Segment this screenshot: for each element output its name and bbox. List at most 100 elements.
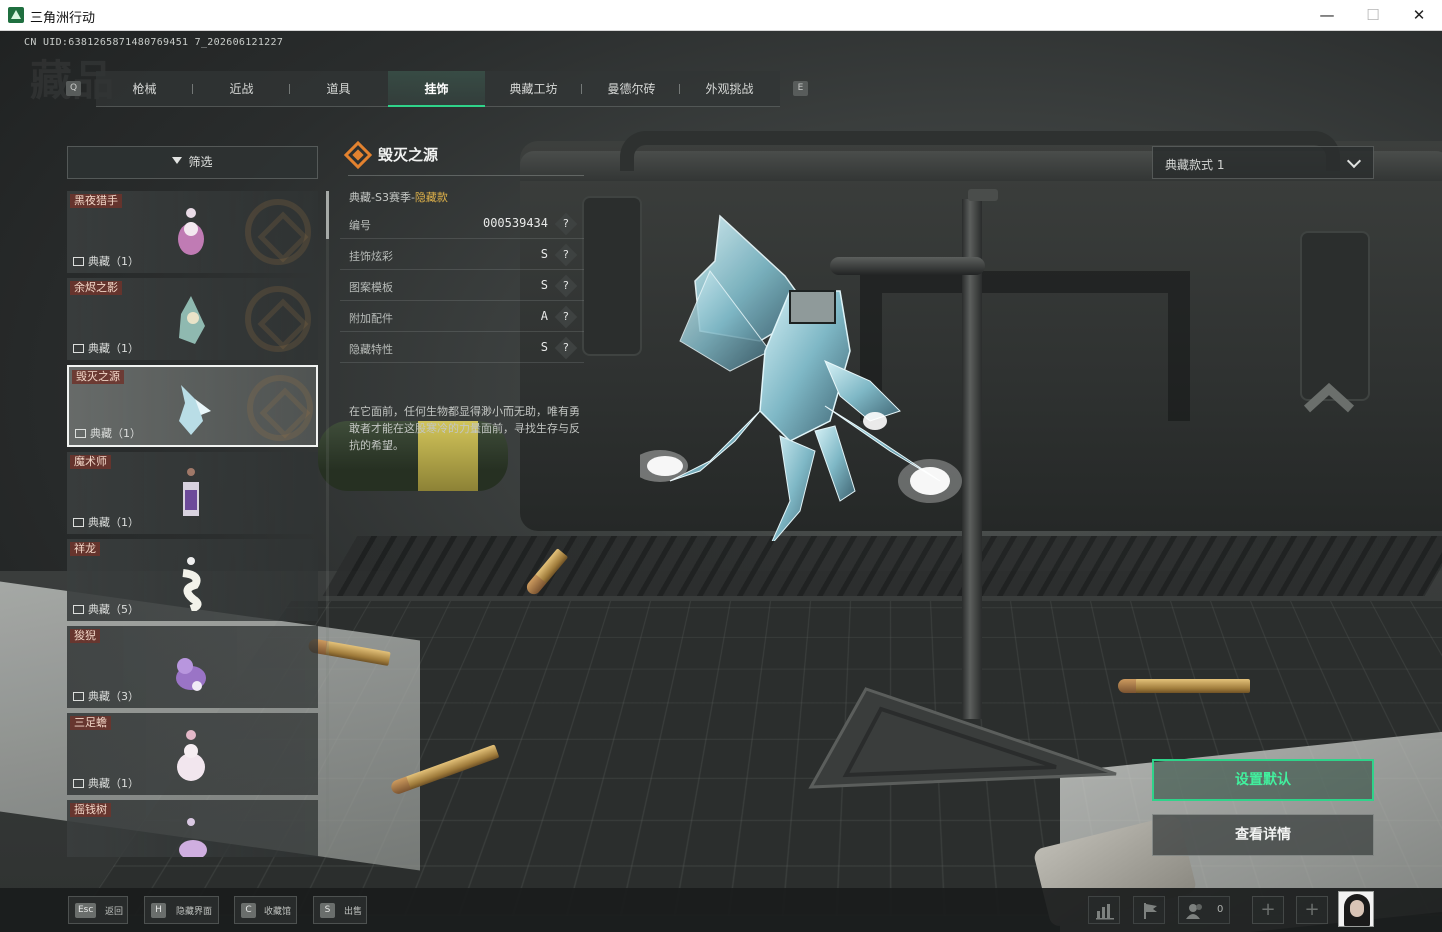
list-item[interactable]: 余烬之影 典藏（1） bbox=[67, 278, 318, 360]
list-item-tier: 典藏（5） bbox=[73, 601, 139, 617]
list-item[interactable]: 黑夜猎手 典藏（1） bbox=[67, 191, 318, 273]
minimize-button[interactable]: — bbox=[1304, 0, 1350, 31]
charm-thumbnail bbox=[173, 381, 213, 439]
dragon-charm-model[interactable] bbox=[632, 181, 970, 547]
charm-subtitle: 典藏-S3赛季-隐藏款 bbox=[349, 191, 448, 204]
list-item-tier: 典藏（1） bbox=[75, 425, 141, 441]
app-icon bbox=[8, 7, 24, 23]
tab-items[interactable]: 道具 bbox=[290, 71, 387, 107]
image-icon bbox=[73, 518, 84, 527]
maximize-button[interactable]: ☐ bbox=[1350, 0, 1396, 31]
hidden-variant-label: 隐藏款 bbox=[414, 191, 448, 204]
prev-tab-key[interactable]: Q bbox=[66, 81, 81, 96]
image-icon bbox=[73, 605, 84, 614]
list-item-name: 余烬之影 bbox=[70, 281, 122, 295]
bullet bbox=[1118, 679, 1250, 693]
charm-thumbnail bbox=[171, 292, 211, 350]
friends-button[interactable]: 0 bbox=[1178, 896, 1230, 924]
list-item[interactable]: 狻猊 典藏（3） bbox=[67, 626, 318, 708]
charm-thumbnail bbox=[171, 466, 211, 524]
filter-button[interactable]: 筛选 bbox=[67, 146, 318, 179]
friends-count: 0 bbox=[1217, 904, 1224, 915]
case-arrow-icon bbox=[1303, 382, 1355, 413]
back-hint-button[interactable]: Esc 返回 bbox=[68, 896, 128, 924]
tab-collection-workshop[interactable]: 典藏工坊 bbox=[485, 71, 582, 107]
list-item-tier: 典藏（1） bbox=[73, 775, 139, 791]
help-icon[interactable]: ? bbox=[554, 243, 578, 267]
style-select[interactable]: 典藏款式 1 bbox=[1152, 146, 1374, 179]
window-titlebar: 三角洲行动 — ☐ ✕ bbox=[0, 0, 1442, 31]
charm-thumbnail bbox=[171, 205, 211, 263]
help-icon[interactable]: ? bbox=[554, 212, 578, 236]
list-item-name: 魔术师 bbox=[70, 455, 111, 469]
charm-thumbnail bbox=[171, 553, 211, 613]
collection-seal-icon bbox=[245, 286, 311, 352]
list-item-name: 祥龙 bbox=[70, 542, 100, 556]
tab-charms[interactable]: 挂饰 bbox=[388, 71, 485, 107]
list-scrollbar[interactable] bbox=[326, 191, 329, 857]
charm-thumbnail bbox=[171, 640, 211, 698]
tab-melee[interactable]: 近战 bbox=[193, 71, 290, 107]
case-latch-left bbox=[582, 196, 642, 356]
tab-guns[interactable]: 枪械 bbox=[96, 71, 193, 107]
image-icon bbox=[73, 692, 84, 701]
list-item-selected[interactable]: 毁灭之源 典藏（1） bbox=[67, 365, 318, 447]
list-item[interactable]: 魔术师 典藏（1） bbox=[67, 452, 318, 534]
flag-icon[interactable] bbox=[1133, 896, 1165, 924]
list-item-tier: 典藏（1） bbox=[73, 340, 139, 356]
avatar[interactable] bbox=[1338, 891, 1374, 927]
charm-thumbnail bbox=[171, 814, 211, 857]
style-select-value: 典藏款式 1 bbox=[1165, 158, 1225, 172]
collection-diamond-icon bbox=[343, 140, 373, 170]
collection-seal-icon bbox=[245, 199, 311, 265]
team-slot-add-button[interactable]: + bbox=[1252, 896, 1284, 924]
detail-row-color: 挂饰炫彩 S ? bbox=[340, 240, 584, 270]
view-detail-button[interactable]: 查看详情 bbox=[1152, 814, 1374, 856]
list-item-name: 三足蟾 bbox=[70, 716, 111, 730]
list-item-tier: 典藏（1） bbox=[73, 253, 139, 269]
category-tabbar: 枪械 近战 道具 挂饰 典藏工坊 曼德尔砖 外观挑战 bbox=[96, 71, 780, 107]
collection-hall-hint-button[interactable]: C 收藏馆 bbox=[234, 896, 297, 924]
avatar-face bbox=[1350, 900, 1364, 917]
image-icon bbox=[73, 779, 84, 788]
list-item-tier: 典藏（3） bbox=[73, 688, 139, 704]
image-icon bbox=[75, 429, 86, 438]
case-rail bbox=[322, 536, 1442, 596]
collection-seal-icon bbox=[247, 375, 313, 441]
hide-ui-hint-button[interactable]: H 隐藏界面 bbox=[144, 896, 219, 924]
help-icon[interactable]: ? bbox=[554, 336, 578, 360]
stats-icon[interactable] bbox=[1088, 896, 1120, 924]
charm-thumbnail bbox=[171, 727, 211, 785]
image-icon bbox=[73, 344, 84, 353]
help-icon[interactable]: ? bbox=[554, 305, 578, 329]
window-title: 三角洲行动 bbox=[30, 11, 96, 26]
image-icon bbox=[73, 257, 84, 266]
set-default-button[interactable]: 设置默认 bbox=[1152, 759, 1374, 801]
detail-row-hidden-trait: 隐藏特性 S ? bbox=[340, 333, 584, 363]
detail-row-attachment: 附加配件 A ? bbox=[340, 302, 584, 332]
list-item[interactable]: 祥龙 典藏（5） bbox=[67, 539, 318, 621]
charm-list[interactable]: 黑夜猎手 典藏（1） 余烬之影 典藏（1） 毁灭之源 典藏（1） 魔术师 典藏（… bbox=[67, 191, 318, 857]
sell-hint-button[interactable]: S 出售 bbox=[313, 896, 367, 924]
charm-description: 在它面前，任何生物都显得渺小而无助，唯有勇敢者才能在这股寒冷的力量面前，寻找生存… bbox=[349, 405, 580, 452]
charm-title: 毁灭之源 bbox=[378, 146, 439, 164]
team-slot-add-button[interactable]: + bbox=[1296, 896, 1328, 924]
help-icon[interactable]: ? bbox=[554, 274, 578, 298]
close-button[interactable]: ✕ bbox=[1396, 0, 1442, 31]
list-item-tier: 典藏（1） bbox=[73, 514, 139, 530]
tab-mandel-brick[interactable]: 曼德尔砖 bbox=[583, 71, 680, 107]
list-scrollbar-thumb[interactable] bbox=[326, 191, 329, 239]
list-item-name: 摇钱树 bbox=[70, 803, 111, 817]
divider bbox=[348, 175, 584, 176]
list-item-name: 黑夜猎手 bbox=[70, 194, 122, 208]
tab-appearance-challenge[interactable]: 外观挑战 bbox=[681, 71, 778, 107]
next-tab-key[interactable]: E bbox=[793, 81, 808, 96]
list-item[interactable]: 摇钱树 bbox=[67, 800, 318, 857]
list-item[interactable]: 三足蟾 典藏（1） bbox=[67, 713, 318, 795]
game-scene: CN UID:6381265871480769451 7_20260612122… bbox=[0, 31, 1442, 932]
bottom-bar: Esc 返回 H 隐藏界面 C 收藏馆 S 出售 0 + + bbox=[0, 888, 1442, 932]
chevron-down-icon bbox=[1346, 153, 1362, 169]
case-latch-right bbox=[1300, 231, 1370, 401]
detail-row-serial: 编号 000539434 ? bbox=[340, 209, 584, 239]
friends-icon bbox=[1186, 904, 1202, 919]
